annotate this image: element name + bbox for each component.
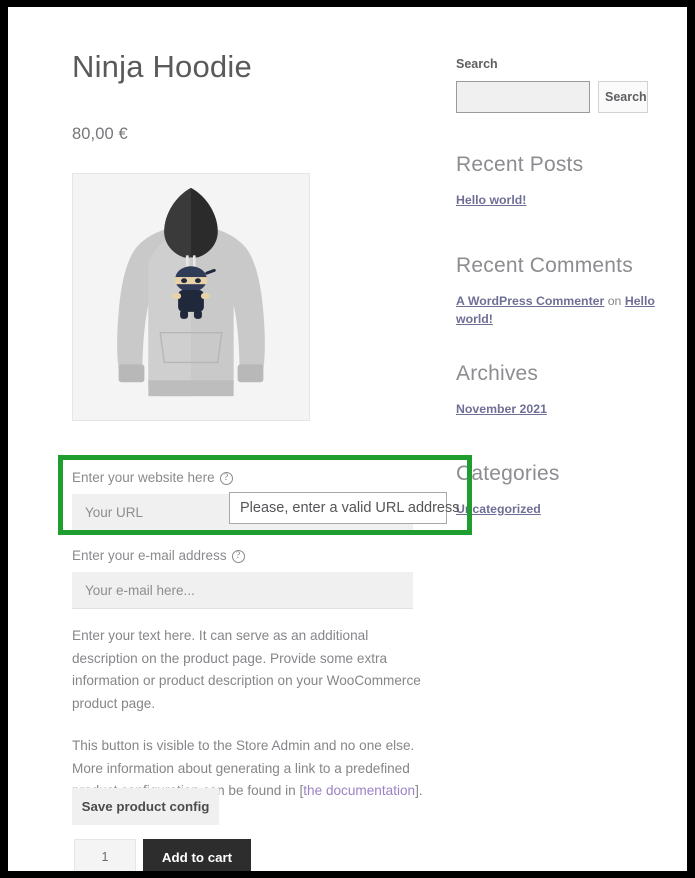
archives-title: Archives [456,362,539,385]
product-image[interactable] [72,173,310,422]
list-item[interactable]: Uncategorized [456,502,541,516]
product-main-column: Ninja Hoodie 80,00 € [72,7,422,422]
website-input-placeholder: Your URL [85,504,144,520]
ninja-hoodie-icon [73,174,309,421]
search-input[interactable] [456,81,590,113]
list-item[interactable]: November 2021 [456,402,547,416]
product-price: 80,00 € [72,125,128,144]
email-address-input[interactable]: Your e-mail here... [72,572,413,610]
description-text-block: Enter your text here. It can serve as an… [72,625,424,803]
documentation-link[interactable]: the documentation [303,783,415,798]
email-field-label: Enter your e-mail address ? [72,548,422,564]
email-field-group: Enter your e-mail address ? Your e-mail … [72,548,422,610]
archives-widget: Archives November 2021 [456,362,547,418]
categories-list: Uncategorized [456,500,560,518]
description-paragraph-1: Enter your text here. It can serve as an… [72,628,421,711]
search-widget-title: Search [456,57,498,71]
product-page: Ninja Hoodie 80,00 € Enter your website … [8,7,687,871]
question-mark-circle-icon[interactable]: ? [219,471,233,485]
save-product-config-button[interactable]: Save product config [72,788,219,825]
categories-title: Categories [456,462,560,485]
recent-posts-title: Recent Posts [456,153,584,176]
email-input-placeholder: Your e-mail here... [85,582,195,598]
comment-connector: on [604,294,625,308]
email-label-text: Enter your e-mail address [72,548,227,563]
search-row: Search [456,81,648,113]
comment-author-link[interactable]: A WordPress Commenter [456,294,604,308]
archives-list: November 2021 [456,400,547,418]
add-to-cart-button[interactable]: Add to cart [143,839,251,871]
recent-posts-list: Hello world! [456,191,583,209]
recent-comments-title: Recent Comments [456,254,633,277]
description-paragraph-2-after: ]. [415,783,423,798]
validation-tooltip: Please, enter a valid URL address [229,492,460,524]
search-widget: Search Search [456,57,648,113]
question-mark-circle-icon[interactable]: ? [231,549,245,563]
categories-widget: Categories Uncategorized [456,462,560,518]
recent-comments-widget: Recent Comments A WordPress Commenter on… [456,254,687,328]
quantity-input[interactable] [74,839,136,871]
page-title: Ninja Hoodie [72,49,252,84]
recent-comments-list: A WordPress Commenter on Hello world! [456,292,687,328]
website-label-text: Enter your website here [72,470,215,485]
search-submit-button[interactable]: Search [598,81,648,113]
browser-viewport: Ninja Hoodie 80,00 € Enter your website … [8,7,687,871]
website-field-label: Enter your website here ? [72,470,422,486]
list-item[interactable]: Hello world! [456,193,526,207]
recent-posts-widget: Recent Posts Hello world! [456,153,583,209]
